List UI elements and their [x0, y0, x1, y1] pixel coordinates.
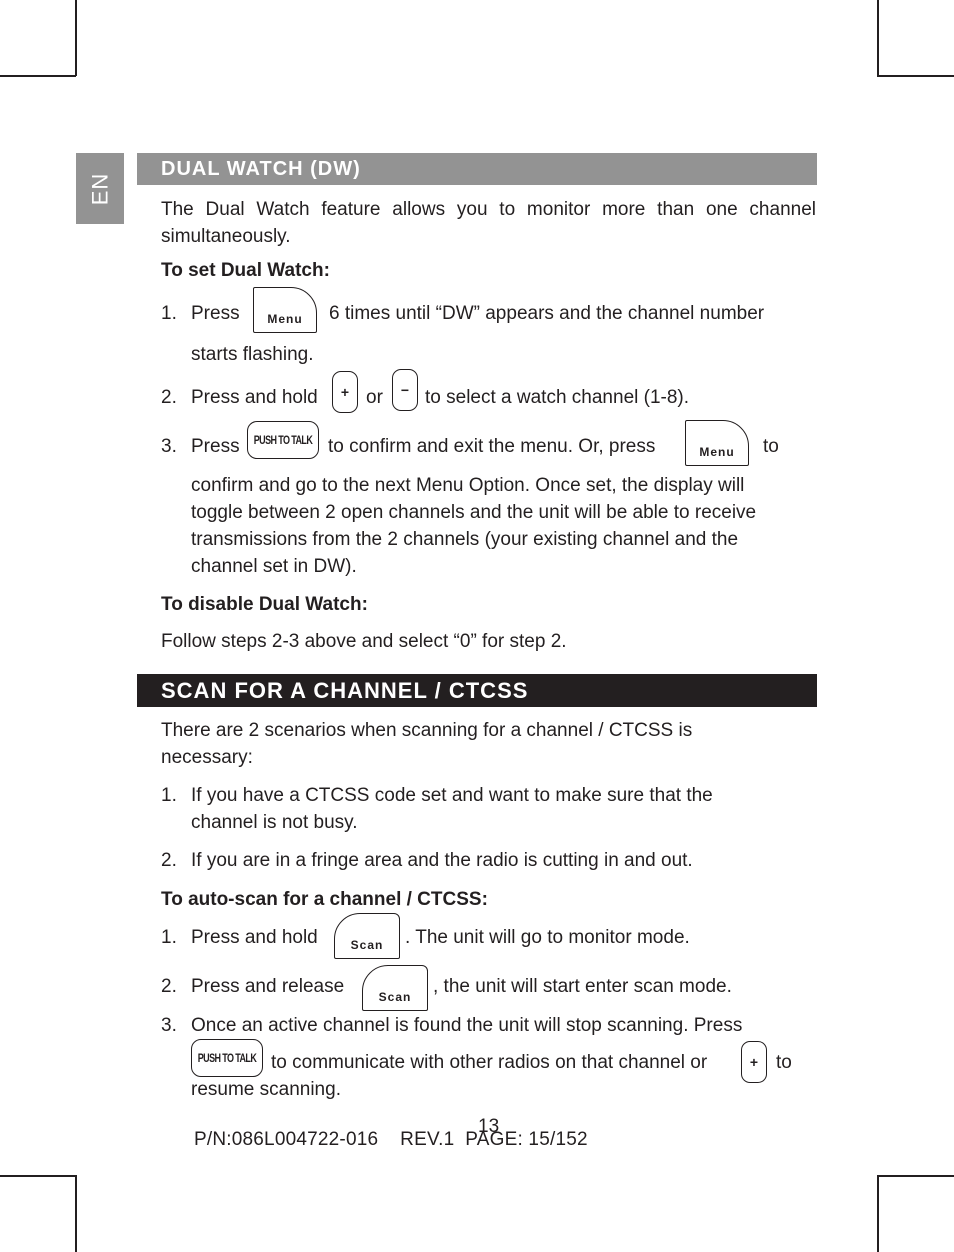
scan-button-icon: Scan — [362, 965, 428, 1011]
intro-text: The Dual Watch feature allows you to mon… — [161, 199, 816, 220]
scenario-number: 1. — [161, 785, 177, 806]
crop-mark — [877, 75, 954, 77]
disable-text: Follow steps 2-3 above and select “0” fo… — [161, 631, 567, 652]
section-heading-dual-watch: DUAL WATCH (DW) — [137, 153, 817, 185]
step-text: to confirm and exit the menu. Or, press — [328, 436, 656, 457]
push-to-talk-button-icon: PUSH TO TALK — [247, 421, 319, 459]
step-text: to — [776, 1052, 792, 1073]
key-label: + — [340, 384, 350, 400]
language-label: EN — [87, 172, 112, 205]
key-label: PUSH TO TALK — [253, 433, 313, 447]
step-text: to communicate with other radios on that… — [271, 1052, 708, 1073]
language-tab: EN — [76, 153, 124, 224]
crop-mark — [0, 1175, 76, 1177]
step-text: Press — [191, 436, 240, 457]
scenario-number: 2. — [161, 850, 177, 871]
crop-mark — [877, 1175, 954, 1177]
step-text: toggle between 2 open channels and the u… — [191, 502, 757, 523]
step-text: Press and hold — [191, 387, 318, 408]
key-label: Scan — [378, 990, 412, 1004]
subheading-auto-scan: To auto-scan for a channel / CTCSS: — [161, 889, 488, 910]
scenario-text: If you are in a fringe area and the radi… — [191, 850, 693, 871]
key-label: Menu — [267, 312, 303, 326]
step-text: to — [763, 436, 779, 457]
step-text: Press and hold — [191, 927, 318, 948]
plus-button-icon: + — [741, 1041, 767, 1083]
step-number: 3. — [161, 1015, 177, 1036]
crop-mark — [877, 1175, 879, 1252]
section-heading-scan: SCAN FOR A CHANNEL / CTCSS — [137, 674, 817, 707]
intro-text: necessary: — [161, 747, 253, 768]
subheading-set-dual-watch: To set Dual Watch: — [161, 260, 330, 281]
menu-button-icon: Menu — [253, 287, 317, 333]
crop-mark — [75, 0, 77, 76]
step-number: 1. — [161, 927, 177, 948]
intro-text: There are 2 scenarios when scanning for … — [161, 720, 693, 741]
minus-button-icon: − — [392, 369, 418, 411]
step-number: 2. — [161, 976, 177, 997]
crop-mark — [0, 75, 76, 77]
key-label: + — [749, 1054, 759, 1070]
step-text: 6 times until “DW” appears and the chann… — [329, 303, 765, 324]
crop-mark — [877, 0, 879, 76]
step-text: Once an active channel is found the unit… — [191, 1015, 743, 1036]
subheading-disable-dual-watch: To disable Dual Watch: — [161, 594, 368, 615]
step-text: to select a watch channel (1-8). — [425, 387, 690, 408]
plus-button-icon: + — [332, 371, 358, 413]
part-number-footer: P/N:086L004722-016 REV.1 PAGE: 15/152 — [194, 1129, 588, 1150]
crop-mark — [75, 1175, 77, 1252]
step-text: channel set in DW). — [191, 556, 357, 577]
scenario-text: If you have a CTCSS code set and want to… — [191, 785, 713, 806]
step-text: resume scanning. — [191, 1079, 341, 1100]
step-text: starts flashing. — [191, 344, 314, 365]
step-text: . The unit will go to monitor mode. — [405, 927, 690, 948]
step-number: 1. — [161, 303, 177, 324]
step-text: Press and release — [191, 976, 345, 997]
scan-button-icon: Scan — [334, 913, 400, 959]
step-text: , the unit will start enter scan mode. — [433, 976, 732, 997]
key-label: Menu — [699, 445, 735, 459]
key-label: − — [400, 382, 410, 398]
step-text: confirm and go to the next Menu Option. … — [191, 475, 745, 496]
step-text: or — [366, 387, 383, 408]
push-to-talk-button-icon: PUSH TO TALK — [191, 1039, 263, 1077]
menu-button-icon: Menu — [685, 420, 749, 466]
key-label: Scan — [350, 938, 384, 952]
intro-text: simultaneously. — [161, 226, 291, 247]
step-text: Press — [191, 303, 240, 324]
step-number: 3. — [161, 436, 177, 457]
step-number: 2. — [161, 387, 177, 408]
scenario-text: channel is not busy. — [191, 812, 358, 833]
key-label: PUSH TO TALK — [197, 1051, 257, 1065]
step-text: transmissions from the 2 channels (your … — [191, 529, 739, 550]
